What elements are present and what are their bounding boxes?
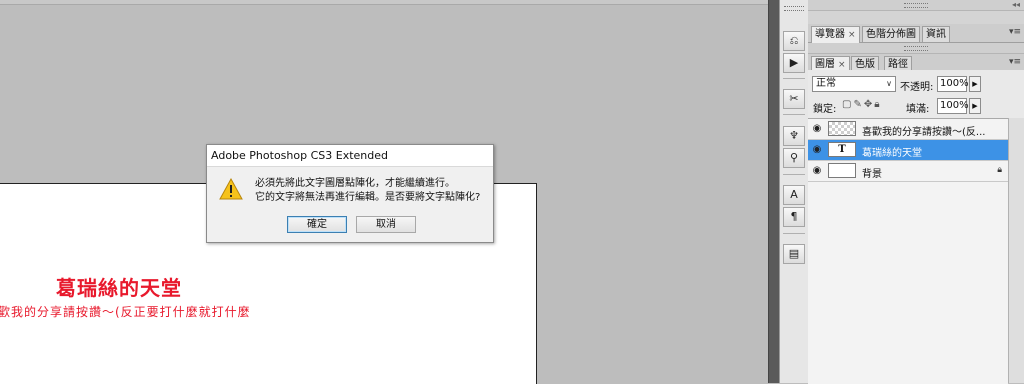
layer-name: 背景 — [862, 169, 882, 180]
lock-all-icon[interactable]: 🔒︎ — [874, 99, 881, 110]
dialog-message-line1: 必須先將此文字圖層點陣化，才能繼續進行。 — [255, 178, 455, 189]
tab-layers-label: 圖層 — [815, 59, 835, 70]
lock-label: 鎖定: — [813, 104, 837, 115]
layers-list: ◉ 喜歡我的分享請按讚～(反... ◉ T 葛瑞絲的天堂 ◉ 背景 🔒︎ — [808, 118, 1008, 384]
tab-info[interactable]: 資訊 — [922, 26, 950, 42]
dialog-titlebar[interactable]: Adobe Photoshop CS3 Extended — [207, 145, 493, 167]
dialog-message-line2: 它的文字將無法再進行編輯。是否要將文字點陣化? — [255, 192, 481, 203]
lock-transparent-icon[interactable]: ▢ — [842, 99, 853, 110]
lock-icon: 🔒︎ — [997, 165, 1002, 175]
layer-row[interactable]: ◉ 背景 🔒︎ — [808, 161, 1008, 182]
strip-divider — [783, 114, 805, 115]
tab-histogram[interactable]: 色階分佈圖 — [862, 26, 920, 42]
grip-dots — [904, 46, 928, 51]
workspace: 葛瑞絲的天堂 歡我的分享請按讚～(反正要打什麼就打什麼 Adobe Photos… — [0, 0, 768, 384]
fill-input[interactable]: 100% — [937, 98, 969, 114]
eye-icon[interactable]: ◉ — [810, 122, 824, 136]
layer-name: 喜歡我的分享請按讚～(反... — [862, 127, 986, 138]
strip-grip[interactable] — [784, 6, 804, 11]
tab-histogram-label: 色階分佈圖 — [866, 29, 916, 40]
tab-channels-label: 色版 — [855, 59, 875, 70]
right-panels: ◂◂ 導覽器 × 色階分佈圖 資訊 ▾≡ 圖層 × 色版 路徑 ▾≡ 正常 ∨ 不透… — [808, 0, 1024, 384]
navigator-tabbar: 導覽器 × 色階分佈圖 資訊 ▾≡ — [808, 24, 1024, 43]
blend-mode-value: 正常 — [816, 78, 836, 89]
cancel-button[interactable]: 取消 — [356, 216, 416, 233]
panel-menu-icon[interactable]: ▾≡ — [1009, 57, 1021, 67]
opacity-input[interactable]: 100% — [937, 76, 969, 92]
close-icon[interactable]: × — [848, 30, 856, 40]
layer-row[interactable]: ◉ 喜歡我的分享請按讚～(反... — [808, 119, 1008, 140]
lock-image-icon[interactable]: ✎ — [853, 99, 863, 110]
actions-icon[interactable]: ▶ — [783, 53, 805, 73]
opacity-label: 不透明: — [900, 82, 934, 93]
top-divider — [0, 0, 768, 5]
eye-icon[interactable]: ◉ — [810, 164, 824, 178]
tab-navigator[interactable]: 導覽器 × — [811, 26, 860, 43]
chevron-down-icon: ∨ — [886, 79, 892, 88]
grip-dots — [904, 3, 928, 8]
collapsed-panel-strip: ⎌ ▶ ✂ ♆ ⚲ A ¶ ▤ — [779, 0, 809, 383]
tab-info-label: 資訊 — [926, 29, 946, 40]
ok-button[interactable]: 確定 — [287, 216, 347, 233]
strip-divider — [783, 233, 805, 234]
tab-navigator-label: 導覽器 — [815, 29, 845, 40]
brush-icon[interactable]: ♆ — [783, 126, 805, 146]
panel-grip-top[interactable]: ◂◂ — [808, 0, 1024, 11]
layer-thumbnail — [828, 163, 856, 178]
warning-icon — [219, 178, 243, 200]
text-layer-icon: T — [828, 142, 856, 157]
blend-mode-select[interactable]: 正常 ∨ — [812, 76, 896, 92]
tab-paths-label: 路徑 — [888, 59, 908, 70]
layer-thumbnail — [828, 121, 856, 136]
collapse-arrow-icon[interactable]: ◂◂ — [1012, 0, 1020, 9]
panel-menu-icon[interactable]: ▾≡ — [1009, 27, 1021, 37]
eye-icon[interactable]: ◉ — [810, 143, 824, 157]
tools-icon[interactable]: ✂ — [783, 89, 805, 109]
panel-grip-layers[interactable] — [808, 43, 1024, 54]
strip-divider — [783, 78, 805, 79]
character-icon[interactable]: A — [783, 185, 805, 205]
lock-options: ▢✎✥🔒︎ — [842, 99, 882, 110]
strip-divider — [783, 174, 805, 175]
opacity-slider-arrow-icon[interactable]: ▶ — [969, 76, 981, 92]
lock-position-icon[interactable]: ✥ — [864, 99, 874, 110]
dialog-title: Adobe Photoshop CS3 Extended — [211, 149, 388, 162]
stamp-icon[interactable]: ⚲ — [783, 148, 805, 168]
fill-label: 填滿: — [906, 104, 930, 115]
layer-name: 葛瑞絲的天堂 — [862, 148, 922, 159]
rasterize-dialog: Adobe Photoshop CS3 Extended 必須先將此文字圖層點陣… — [206, 144, 494, 243]
canvas-subtitle-text: 歡我的分享請按讚～(反正要打什麼就打什麼 — [0, 305, 251, 319]
layer-row[interactable]: ◉ T 葛瑞絲的天堂 — [808, 140, 1008, 161]
close-icon[interactable]: × — [838, 60, 846, 70]
fill-slider-arrow-icon[interactable]: ▶ — [969, 98, 981, 114]
history-icon[interactable]: ⎌ — [783, 31, 805, 51]
canvas-title-text: 葛瑞絲的天堂 — [56, 276, 182, 300]
layer-comps-icon[interactable]: ▤ — [783, 244, 805, 264]
paragraph-icon[interactable]: ¶ — [783, 207, 805, 227]
layers-scrollbar[interactable] — [1008, 118, 1024, 383]
